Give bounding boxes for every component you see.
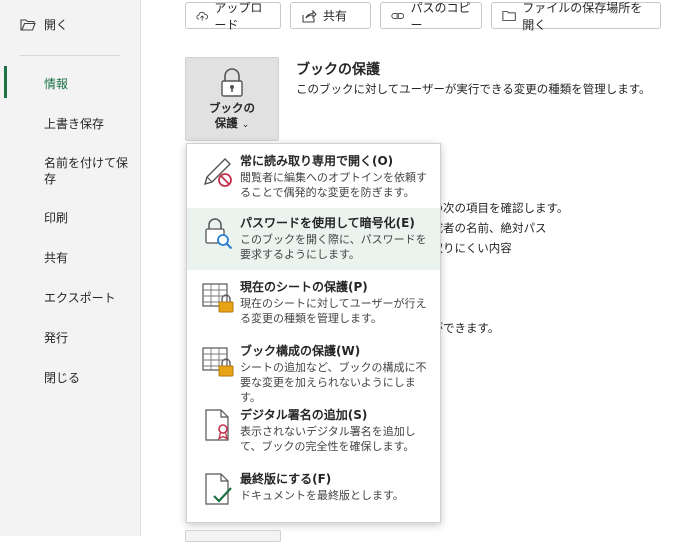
upload-button[interactable]: アップロード: [185, 1, 281, 32]
link-icon: [391, 12, 405, 19]
lock-magnifier-icon: [205, 218, 233, 250]
sidebar-item-open[interactable]: 開く: [20, 16, 68, 33]
menu-item-encrypt-with-password[interactable]: パスワードを使用して暗号化(E) このブックを開く際に、パスワードを要求するよう…: [187, 208, 440, 270]
menu-item-description: シートの追加など、ブックの構成に不要な変更を加えられないようにします。: [240, 361, 427, 404]
sidebar-item-save[interactable]: 上書き保存: [44, 116, 130, 132]
menu-item-title: ブック構成の保護(W): [240, 344, 361, 358]
menu-item-title: デジタル署名の追加(S): [240, 408, 368, 422]
lock-icon: [221, 68, 243, 97]
menu-item-description: 表示されないデジタル署名を追加して、ブックの完全性を確保します。: [240, 425, 416, 453]
digital-signature-icon: [205, 409, 229, 441]
upload-label: アップロード: [214, 0, 263, 32]
menu-item-description: 現在のシートに対してユーザーが行える変更の種類を管理します。: [240, 297, 427, 325]
copy-path-button[interactable]: パスのコピー: [380, 1, 482, 32]
background-text: ルの次の項目を確認します。: [420, 201, 569, 215]
menu-item-protect-current-sheet[interactable]: 現在のシートの保護(P) 現在のシートに対してユーザーが行える変更の種類を管理し…: [187, 272, 440, 334]
share-button[interactable]: 共有: [290, 2, 371, 29]
open-file-location-button[interactable]: ファイルの保存場所を開く: [491, 1, 661, 32]
folder-icon: [502, 10, 516, 21]
folder-open-icon: [20, 18, 36, 31]
menu-item-protect-workbook-structure[interactable]: ブック構成の保護(W) シートの追加など、ブックの構成に不要な変更を加えられない…: [187, 336, 440, 404]
protect-workbook-label: ブックの 保護 ⌄: [186, 101, 278, 133]
protect-label-line2: 保護 ⌄: [186, 116, 278, 133]
sidebar-item-info[interactable]: 情報: [44, 76, 130, 92]
sidebar-item-close[interactable]: 閉じる: [44, 370, 130, 386]
cloud-upload-icon: [196, 11, 209, 21]
menu-item-title: 常に読み取り専用で開く(O): [240, 154, 394, 168]
next-section-button[interactable]: [185, 530, 281, 542]
menu-item-title: 最終版にする(F): [240, 472, 332, 486]
menu-item-title: 現在のシートの保護(P): [240, 280, 368, 294]
copy-path-label: パスのコピー: [410, 0, 471, 32]
protect-workbook-button[interactable]: ブックの 保護 ⌄: [185, 57, 279, 141]
read-only-pen-icon: [203, 158, 232, 187]
sidebar-divider: [20, 55, 120, 56]
protect-label-line1: ブックの: [209, 101, 255, 115]
menu-item-description: このブックを開く際に、パスワードを要求するようにします。: [240, 233, 427, 261]
mark-final-icon: [205, 473, 232, 505]
sidebar-item-publish[interactable]: 発行: [44, 330, 130, 346]
section-title: ブックの保護: [296, 62, 380, 78]
menu-item-always-open-read-only[interactable]: 常に読み取り専用で開く(O) 閲覧者に編集へのオプトインを依頼することで偶発的な…: [187, 146, 440, 208]
menu-item-title: パスワードを使用して暗号化(E): [240, 216, 415, 230]
menu-item-description: ドキュメントを最終版とします。: [240, 489, 404, 502]
sidebar-item-share[interactable]: 共有: [44, 250, 130, 266]
sidebar-item-export[interactable]: エクスポート: [44, 290, 130, 306]
active-indicator: [4, 66, 7, 98]
workbook-structure-lock-icon: [202, 347, 234, 377]
chevron-down-icon: ⌄: [241, 120, 250, 130]
share-icon: [302, 9, 317, 23]
protect-workbook-menu: 常に読み取り専用で開く(O) 閲覧者に編集へのオプトインを依頼することで偶発的な…: [186, 143, 441, 523]
menu-item-add-digital-signature[interactable]: デジタル署名の追加(S) 表示されないデジタル署名を追加して、ブックの完全性を確…: [187, 400, 440, 462]
share-label: 共有: [323, 9, 348, 23]
menu-item-description: 閲覧者に編集へのオプトインを依頼することで偶発的な変更を防ぎます。: [240, 171, 427, 199]
sidebar-item-label: 開く: [44, 18, 69, 32]
section-description: このブックに対してユーザーが実行できる変更の種類を管理します。: [296, 82, 651, 96]
sidebar-item-print[interactable]: 印刷: [44, 210, 130, 226]
menu-item-mark-as-final[interactable]: 最終版にする(F) ドキュメントを最終版とします。: [187, 464, 440, 526]
open-location-label: ファイルの保存場所を開く: [522, 0, 643, 32]
sheet-lock-icon: [202, 283, 234, 313]
sidebar-item-save-as[interactable]: 名前を付けて保存: [44, 155, 130, 187]
protect-label-text: 保護: [214, 116, 238, 130]
backstage-sidebar: 開く 情報 上書き保存 名前を付けて保存 印刷 共有 エクスポート 発行 閉じる: [0, 0, 141, 536]
